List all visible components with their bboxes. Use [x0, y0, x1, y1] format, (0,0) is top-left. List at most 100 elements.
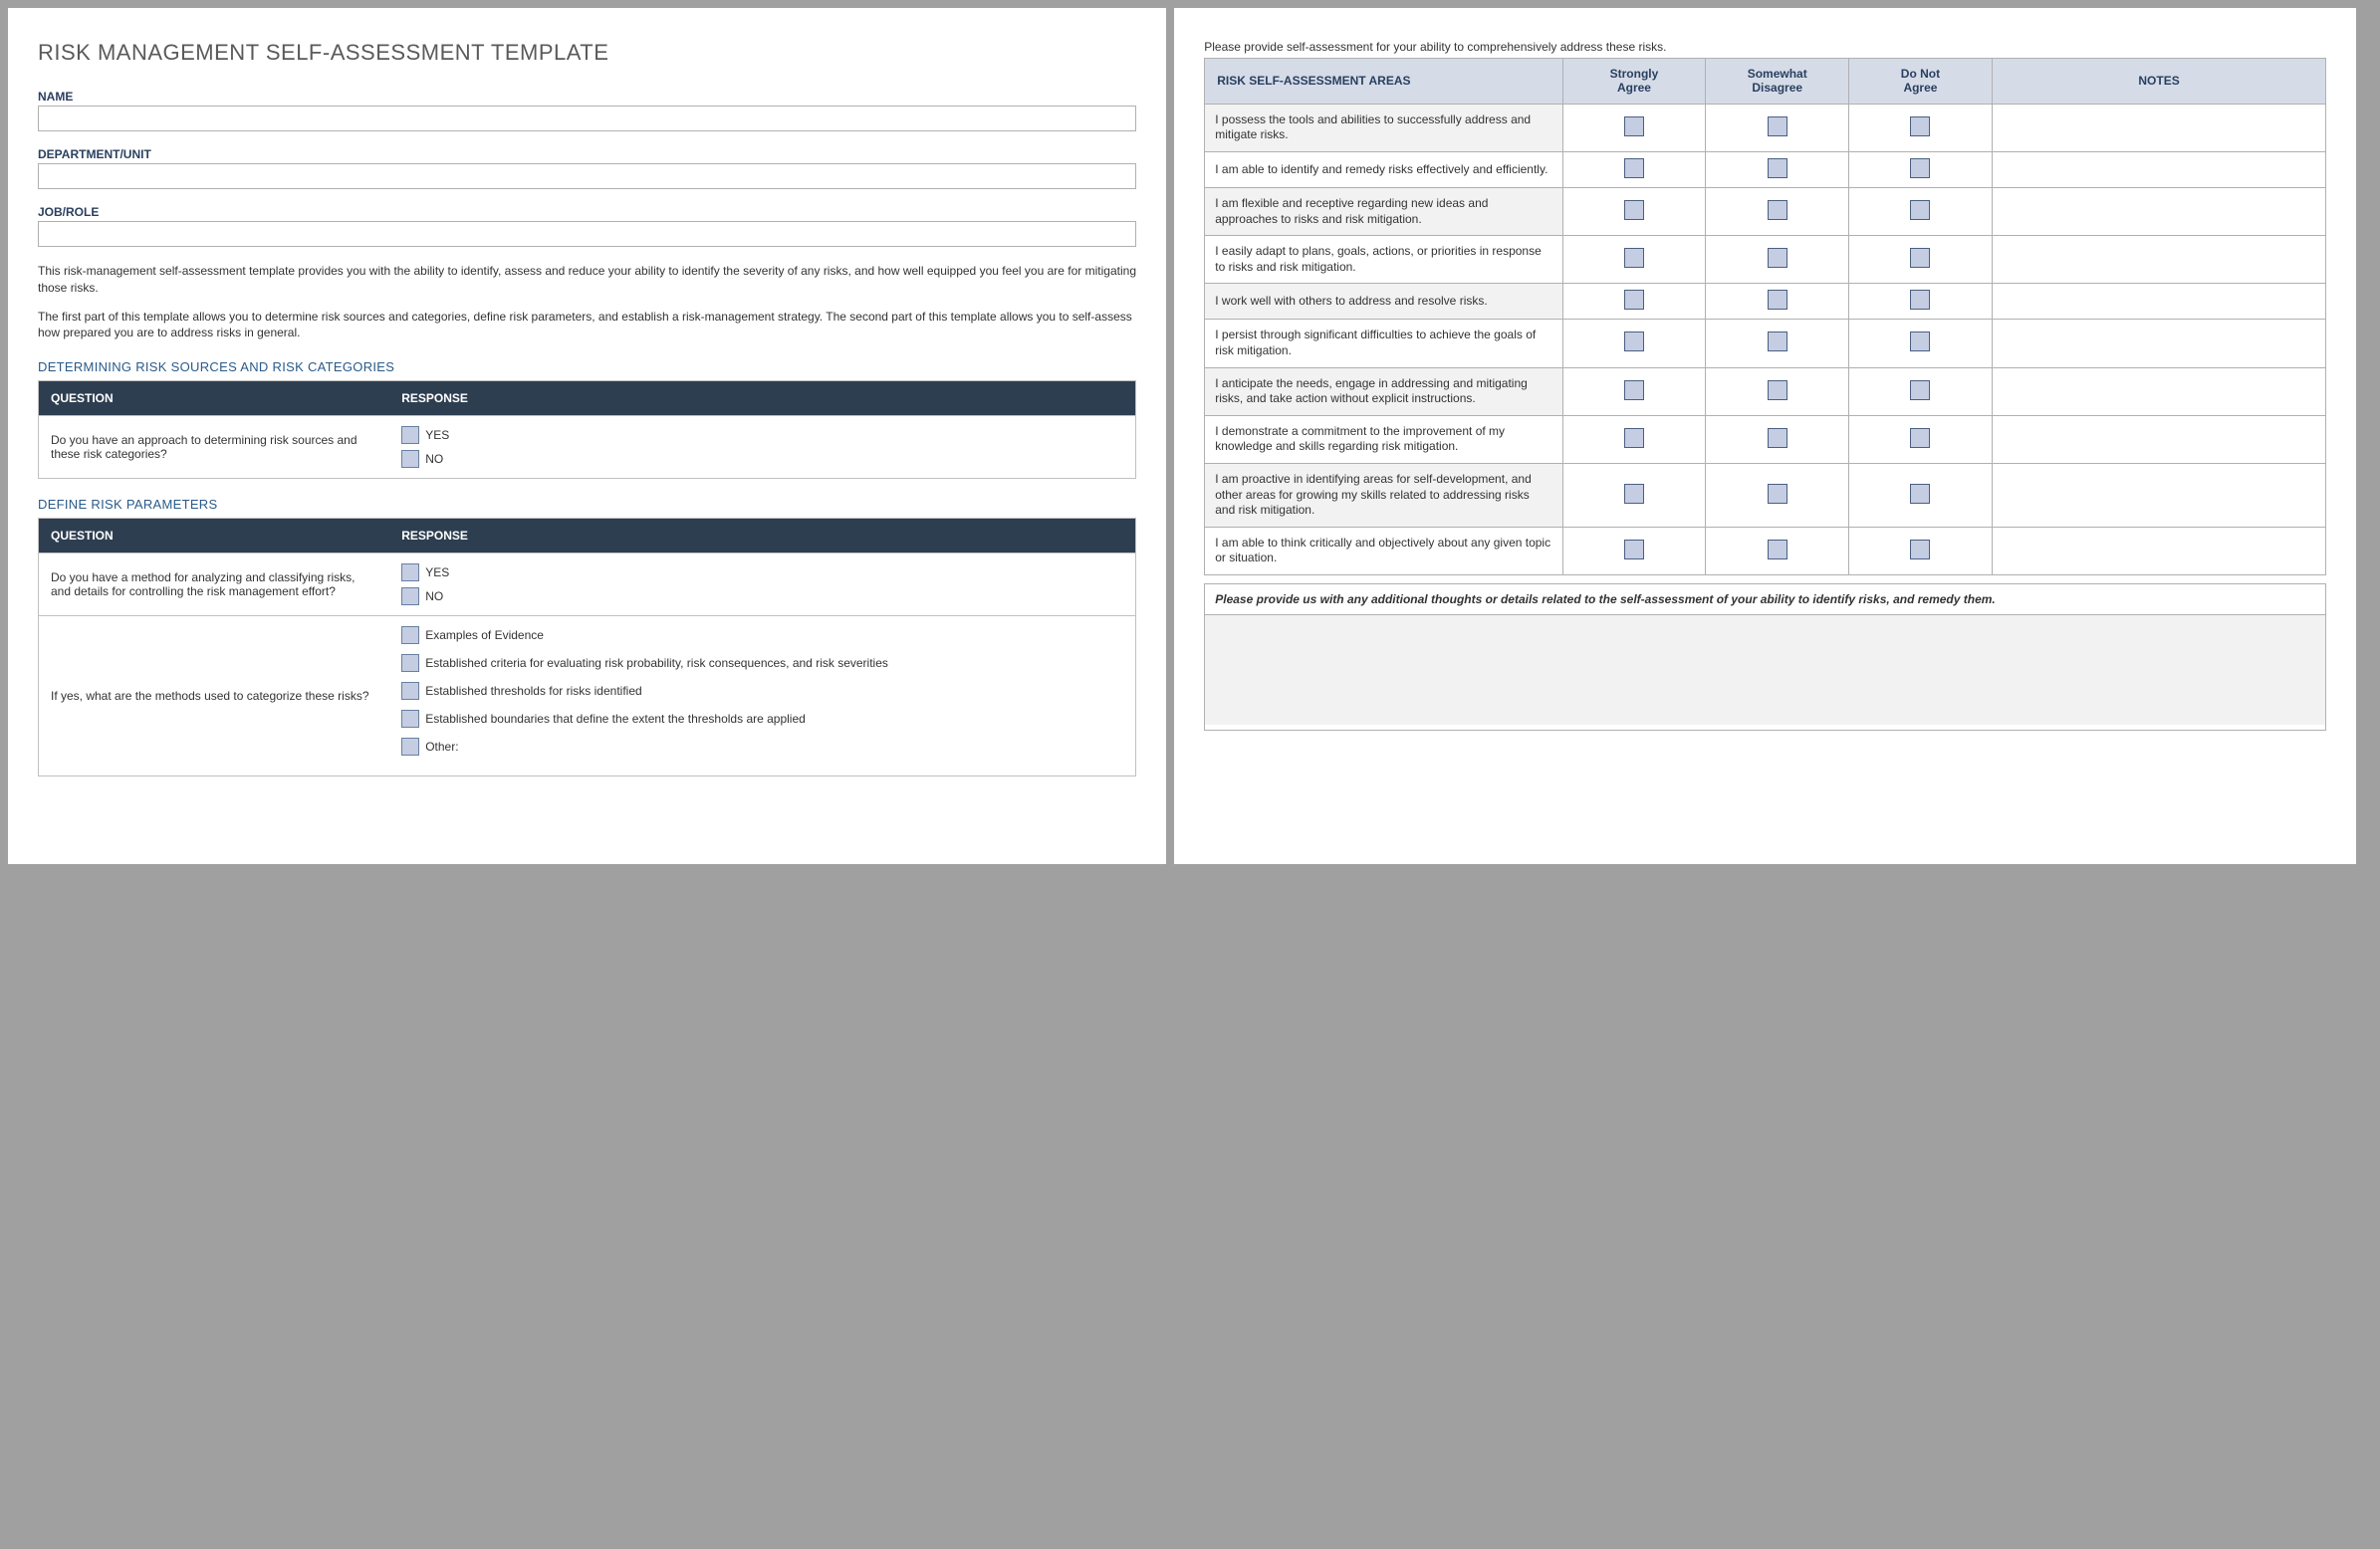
- assessment-notes-cell[interactable]: [1992, 463, 2325, 527]
- params-opt-checkbox-0[interactable]: [401, 626, 419, 644]
- assessment-dna-checkbox[interactable]: [1910, 484, 1930, 504]
- assessment-sa-checkbox[interactable]: [1624, 116, 1644, 136]
- dept-label: DEPARTMENT/UNIT: [38, 147, 1136, 161]
- page-container: RISK MANAGEMENT SELF-ASSESSMENT TEMPLATE…: [8, 8, 2372, 864]
- assessment-sa-checkbox[interactable]: [1624, 332, 1644, 351]
- params-q1-response: YES NO: [389, 553, 1136, 616]
- params-no-checkbox[interactable]: [401, 587, 419, 605]
- assessment-dna-cell: [1849, 527, 1993, 574]
- assessment-sd-cell: [1706, 527, 1849, 574]
- assessment-notes-cell[interactable]: [1992, 367, 2325, 415]
- role-label: JOB/ROLE: [38, 205, 1136, 219]
- field-name: NAME: [38, 90, 1136, 131]
- params-opt-checkbox-2[interactable]: [401, 682, 419, 700]
- assessment-sd-checkbox[interactable]: [1768, 290, 1787, 310]
- assessment-sa-cell: [1562, 463, 1706, 527]
- assessment-notes-cell[interactable]: [1992, 187, 2325, 235]
- assessment-sd-cell: [1706, 187, 1849, 235]
- assessment-dna-cell: [1849, 367, 1993, 415]
- assessment-sa-checkbox[interactable]: [1624, 540, 1644, 559]
- assessment-area: I persist through significant difficulti…: [1205, 320, 1562, 367]
- assessment-row: I am proactive in identifying areas for …: [1205, 463, 2326, 527]
- header-notes: NOTES: [1992, 59, 2325, 105]
- additional-thoughts-box: Please provide us with any additional th…: [1204, 583, 2326, 731]
- col-question: QUESTION: [39, 519, 390, 553]
- sources-no-label: NO: [425, 452, 443, 466]
- assessment-sa-checkbox[interactable]: [1624, 290, 1644, 310]
- field-role: JOB/ROLE: [38, 205, 1136, 247]
- assessment-sa-checkbox[interactable]: [1624, 484, 1644, 504]
- assessment-dna-checkbox[interactable]: [1910, 380, 1930, 400]
- assessment-sd-checkbox[interactable]: [1768, 248, 1787, 268]
- assessment-dna-checkbox[interactable]: [1910, 290, 1930, 310]
- params-opt-checkbox-1[interactable]: [401, 654, 419, 672]
- assessment-dna-checkbox[interactable]: [1910, 248, 1930, 268]
- assessment-notes-cell[interactable]: [1992, 284, 2325, 320]
- assessment-sa-checkbox[interactable]: [1624, 428, 1644, 448]
- assessment-dna-cell: [1849, 415, 1993, 463]
- sources-question: Do you have an approach to determining r…: [39, 416, 390, 479]
- sources-yes-checkbox[interactable]: [401, 426, 419, 444]
- dept-input[interactable]: [38, 163, 1136, 189]
- assessment-notes-cell[interactable]: [1992, 320, 2325, 367]
- assessment-dna-checkbox[interactable]: [1910, 540, 1930, 559]
- role-input[interactable]: [38, 221, 1136, 247]
- assessment-dna-checkbox[interactable]: [1910, 428, 1930, 448]
- name-label: NAME: [38, 90, 1136, 104]
- assessment-sd-checkbox[interactable]: [1768, 332, 1787, 351]
- assessment-notes-cell[interactable]: [1992, 151, 2325, 187]
- assessment-row: I am able to identify and remedy risks e…: [1205, 151, 2326, 187]
- assessment-sd-cell: [1706, 367, 1849, 415]
- assessment-sd-cell: [1706, 320, 1849, 367]
- params-yes-checkbox[interactable]: [401, 563, 419, 581]
- sources-no-checkbox[interactable]: [401, 450, 419, 468]
- intro-p2: The first part of this template allows y…: [38, 309, 1136, 342]
- assessment-dna-cell: [1849, 463, 1993, 527]
- assessment-sd-checkbox[interactable]: [1768, 200, 1787, 220]
- col-response: RESPONSE: [389, 381, 1136, 416]
- assessment-sd-cell: [1706, 284, 1849, 320]
- name-input[interactable]: [38, 106, 1136, 131]
- assessment-sa-cell: [1562, 151, 1706, 187]
- additional-prompt: Please provide us with any additional th…: [1205, 584, 2325, 615]
- assessment-table: RISK SELF-ASSESSMENT AREAS StronglyAgree…: [1204, 58, 2326, 575]
- assessment-sa-checkbox[interactable]: [1624, 380, 1644, 400]
- assessment-sa-cell: [1562, 284, 1706, 320]
- params-table: QUESTION RESPONSE Do you have a method f…: [38, 518, 1136, 776]
- assessment-sd-checkbox[interactable]: [1768, 484, 1787, 504]
- assessment-dna-checkbox[interactable]: [1910, 200, 1930, 220]
- params-opt-label-4: Other:: [425, 740, 458, 754]
- assessment-dna-cell: [1849, 284, 1993, 320]
- assessment-sd-checkbox[interactable]: [1768, 428, 1787, 448]
- assessment-notes-cell[interactable]: [1992, 236, 2325, 284]
- assessment-row: I work well with others to address and r…: [1205, 284, 2326, 320]
- page-right: Please provide self-assessment for your …: [1174, 8, 2356, 864]
- intro-p1: This risk-management self-assessment tem…: [38, 263, 1136, 297]
- assessment-notes-cell[interactable]: [1992, 415, 2325, 463]
- assessment-sa-checkbox[interactable]: [1624, 200, 1644, 220]
- params-opt-label-0: Examples of Evidence: [425, 628, 544, 642]
- assessment-sd-checkbox[interactable]: [1768, 116, 1787, 136]
- assessment-dna-checkbox[interactable]: [1910, 158, 1930, 178]
- assessment-area: I easily adapt to plans, goals, actions,…: [1205, 236, 1562, 284]
- assessment-dna-cell: [1849, 104, 1993, 151]
- params-opt-checkbox-4[interactable]: [401, 738, 419, 756]
- assessment-sa-cell: [1562, 415, 1706, 463]
- additional-thoughts-input[interactable]: [1205, 615, 2325, 725]
- assessment-sd-checkbox[interactable]: [1768, 540, 1787, 559]
- assessment-sd-checkbox[interactable]: [1768, 158, 1787, 178]
- assessment-sd-checkbox[interactable]: [1768, 380, 1787, 400]
- assessment-sa-checkbox[interactable]: [1624, 248, 1644, 268]
- params-opt-checkbox-3[interactable]: [401, 710, 419, 728]
- assessment-dna-cell: [1849, 187, 1993, 235]
- assessment-sa-checkbox[interactable]: [1624, 158, 1644, 178]
- assessment-dna-checkbox[interactable]: [1910, 116, 1930, 136]
- assessment-dna-checkbox[interactable]: [1910, 332, 1930, 351]
- assessment-area: I am proactive in identifying areas for …: [1205, 463, 1562, 527]
- assessment-sa-cell: [1562, 104, 1706, 151]
- assessment-notes-cell[interactable]: [1992, 527, 2325, 574]
- header-area: RISK SELF-ASSESSMENT AREAS: [1205, 59, 1562, 105]
- assessment-sa-cell: [1562, 236, 1706, 284]
- assessment-notes-cell[interactable]: [1992, 104, 2325, 151]
- params-opt-label-3: Established boundaries that define the e…: [425, 712, 806, 726]
